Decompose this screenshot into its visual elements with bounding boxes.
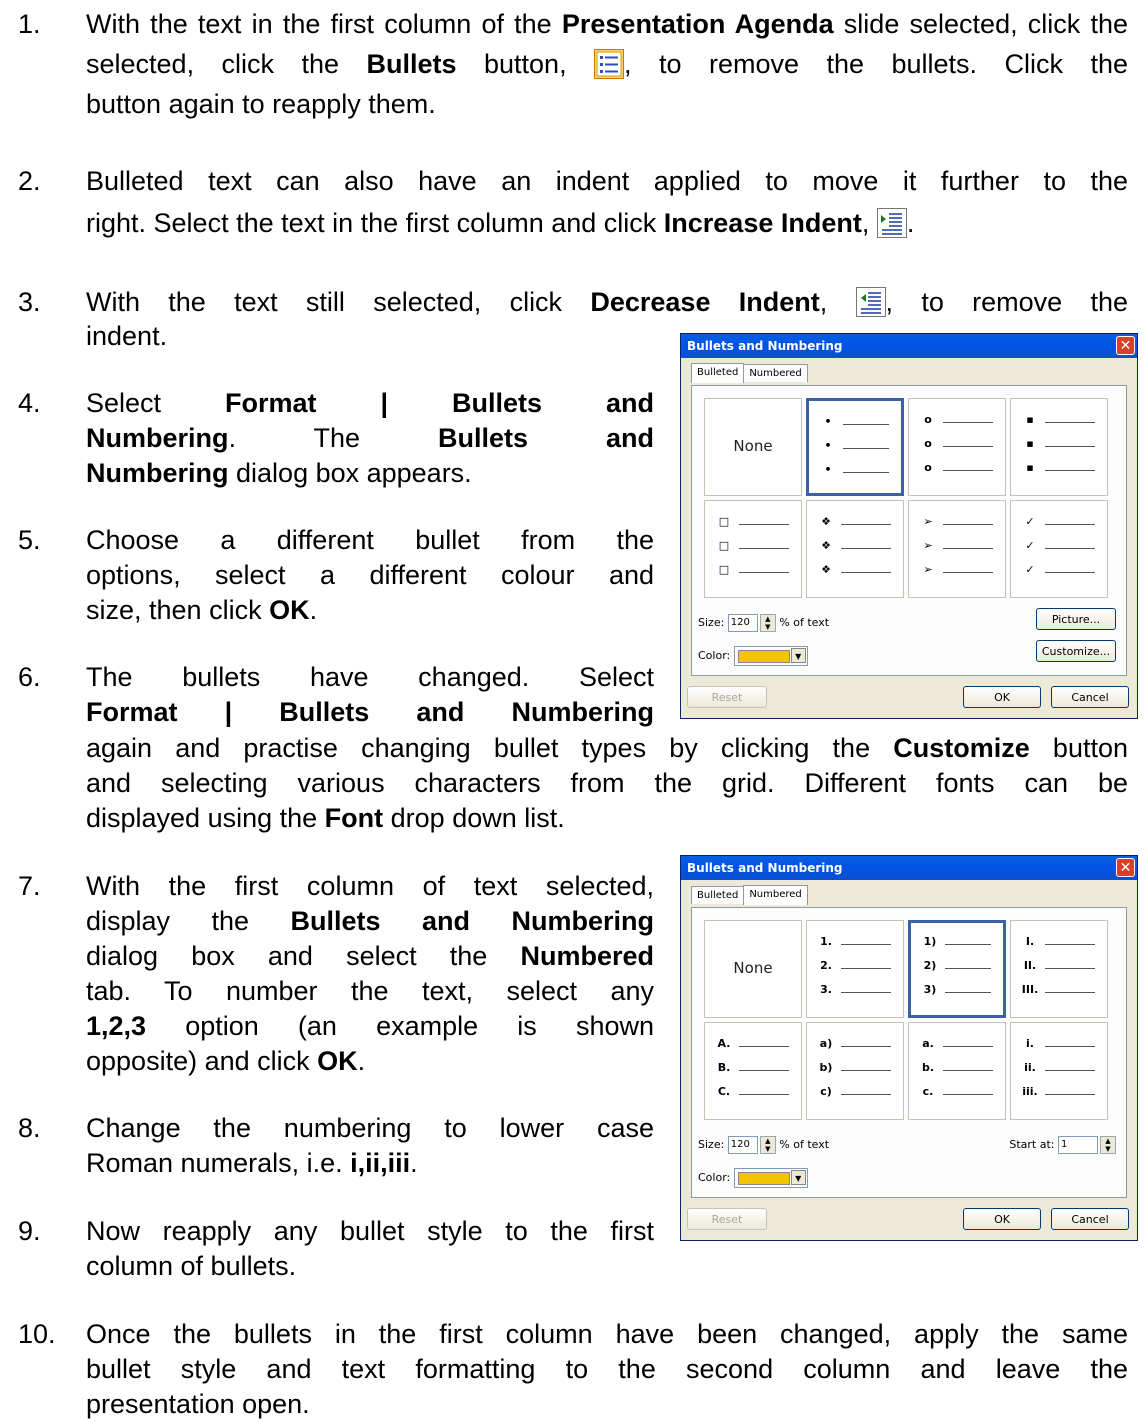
- number-option-lower-roman[interactable]: i. ii. iii.: [1010, 1022, 1108, 1120]
- step-number: 3.: [18, 287, 41, 317]
- bullets-numbering-dialog-numbered: Bullets and Numbering ✕ Bulleted Numbered…: [680, 855, 1138, 1241]
- decrease-indent-icon: [855, 287, 886, 317]
- tab-bulleted[interactable]: Bulleted: [691, 363, 745, 383]
- start-at-spinner[interactable]: ▲ ▼: [1100, 1136, 1116, 1154]
- step-number: 5.: [18, 525, 41, 555]
- number-option-upper-alpha[interactable]: A. B. C.: [704, 1022, 802, 1120]
- step-number: 1.: [18, 9, 41, 39]
- bullet-option-diamond[interactable]: ❖ ❖ ❖: [806, 500, 904, 598]
- bullet-options-panel: None • • • o o o ▪ ▪ ▪ □ □ □ ❖ ❖ ❖ ➢ ➢ ➢…: [691, 385, 1127, 676]
- step-number: 10.: [18, 1319, 56, 1349]
- bullets-numbering-dialog-bulleted: Bullets and Numbering ✕ Bulleted Numbered…: [680, 333, 1138, 719]
- numbering-options-panel: None 1. 2. 3. 1) 2) 3) I. II. III. A. B.…: [691, 907, 1127, 1198]
- reset-button[interactable]: Reset: [687, 1208, 767, 1230]
- number-option-upper-roman[interactable]: I. II. III.: [1010, 920, 1108, 1018]
- step-number: 6.: [18, 662, 41, 692]
- tab-numbered[interactable]: Numbered: [743, 364, 808, 382]
- cancel-button[interactable]: Cancel: [1051, 1208, 1129, 1230]
- picture-button[interactable]: Picture...: [1036, 608, 1116, 630]
- size-spinner[interactable]: ▲ ▼: [759, 614, 776, 632]
- step-number: 4.: [18, 388, 41, 418]
- size-spinner[interactable]: ▲ ▼: [759, 1136, 776, 1154]
- number-option-lower-alpha-paren[interactable]: a) b) c): [806, 1022, 904, 1120]
- bullet-option-circle[interactable]: o o o: [908, 398, 1006, 496]
- dialog-title-bar: Bullets and Numbering ✕: [681, 856, 1137, 880]
- size-input[interactable]: 120: [727, 614, 758, 632]
- bullet-option-none[interactable]: None: [704, 398, 802, 496]
- customize-button[interactable]: Customize...: [1036, 640, 1116, 662]
- size-control: Size: 120 ▲ ▼ % of text: [698, 1136, 830, 1154]
- dialog-title-bar: Bullets and Numbering ✕: [681, 334, 1137, 358]
- color-swatch: [737, 1172, 790, 1185]
- bullets-icon: [594, 49, 625, 79]
- start-at-input[interactable]: 1: [1058, 1136, 1098, 1154]
- step-number: 2.: [18, 166, 41, 196]
- number-option-none[interactable]: None: [704, 920, 802, 1018]
- start-at-control: Start at: 1 ▲ ▼: [1009, 1136, 1116, 1154]
- step-text-line2: selected, click the Bullets button, , to…: [86, 49, 1129, 79]
- step-text: With the text in the first column of the…: [86, 9, 1128, 39]
- close-icon[interactable]: ✕: [1116, 858, 1135, 877]
- bullet-option-dot[interactable]: • • •: [806, 398, 904, 496]
- ok-button[interactable]: OK: [963, 1208, 1041, 1230]
- tab-strip: Bulleted Numbered: [691, 885, 808, 908]
- number-option-lower-alpha-dot[interactable]: a. b. c.: [908, 1022, 1006, 1120]
- ok-button[interactable]: OK: [963, 686, 1041, 708]
- color-dropdown[interactable]: ▼: [733, 1168, 808, 1188]
- tab-bulleted[interactable]: Bulleted: [691, 886, 745, 904]
- color-control: Color: ▼: [698, 1168, 808, 1188]
- bullet-style-grid: None • • • o o o ▪ ▪ ▪ □ □ □ ❖ ❖ ❖ ➢ ➢ ➢…: [704, 398, 1108, 598]
- number-option-1-paren[interactable]: 1) 2) 3): [908, 920, 1006, 1018]
- numbering-style-grid: None 1. 2. 3. 1) 2) 3) I. II. III. A. B.…: [704, 920, 1108, 1120]
- size-input[interactable]: 120: [727, 1136, 758, 1154]
- step-number: 7.: [18, 871, 41, 901]
- step-number: 8.: [18, 1113, 41, 1143]
- size-control: Size: 120 ▲ ▼ % of text: [698, 614, 830, 632]
- cancel-button[interactable]: Cancel: [1051, 686, 1129, 708]
- number-option-1-dot[interactable]: 1. 2. 3.: [806, 920, 904, 1018]
- chevron-down-icon: ▼: [790, 648, 806, 663]
- step-number: 9.: [18, 1216, 41, 1246]
- tab-strip: Bulleted Numbered: [691, 363, 808, 386]
- color-control: Color: ▼: [698, 646, 808, 666]
- bullet-option-square[interactable]: ▪ ▪ ▪: [1010, 398, 1108, 496]
- bullet-option-hollow-square[interactable]: □ □ □: [704, 500, 802, 598]
- reset-button[interactable]: Reset: [687, 686, 767, 708]
- color-dropdown[interactable]: ▼: [733, 646, 808, 666]
- increase-indent-icon: [876, 208, 907, 238]
- chevron-down-icon: ▼: [790, 1170, 806, 1185]
- bullet-option-arrow[interactable]: ➢ ➢ ➢: [908, 500, 1006, 598]
- tab-numbered[interactable]: Numbered: [743, 885, 808, 905]
- color-swatch: [737, 650, 790, 663]
- bullet-option-check[interactable]: ✓ ✓ ✓: [1010, 500, 1108, 598]
- close-icon[interactable]: ✕: [1116, 336, 1135, 355]
